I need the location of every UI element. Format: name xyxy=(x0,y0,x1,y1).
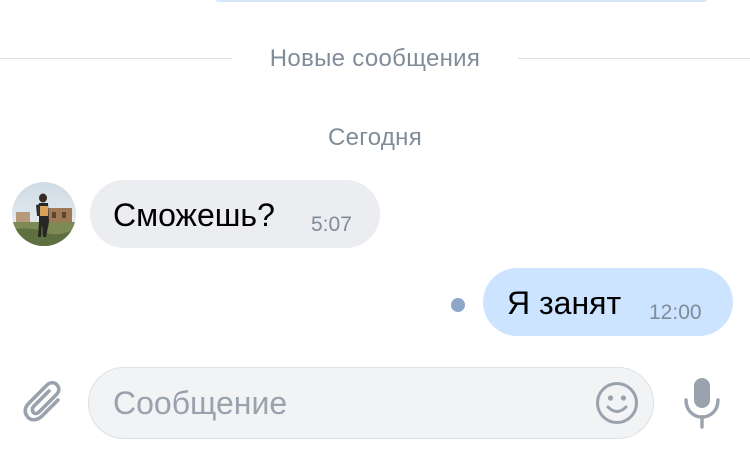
divider-line-right xyxy=(518,58,750,59)
date-separator: Сегодня xyxy=(327,124,423,151)
avatar-photo xyxy=(12,182,76,246)
previous-message-bubble-edge xyxy=(212,0,710,2)
incoming-message-bubble[interactable]: Сможешь? 5:07 xyxy=(90,180,380,248)
new-messages-label: Новые сообщения xyxy=(269,45,481,72)
smiley-icon[interactable] xyxy=(595,381,639,425)
message-input-placeholder: Сообщение xyxy=(113,385,288,421)
outgoing-message-bubble[interactable]: Я занят 12:00 xyxy=(483,268,733,336)
message-input[interactable]: Сообщение xyxy=(88,367,654,439)
microphone-icon[interactable] xyxy=(682,376,722,430)
new-messages-divider: Новые сообщения xyxy=(0,44,750,74)
divider-line-left xyxy=(0,58,232,59)
message-time: 12:00 xyxy=(649,301,702,324)
message-time: 5:07 xyxy=(311,213,352,236)
avatar[interactable] xyxy=(12,182,76,246)
paperclip-icon[interactable] xyxy=(22,378,68,428)
unread-status-dot xyxy=(451,298,465,312)
message-composer: Сообщение xyxy=(0,360,750,450)
chat-screen: Новые сообщения Сегодня Сможешь? 5:07 Я … xyxy=(0,0,750,450)
message-text: Сможешь? xyxy=(113,197,275,233)
message-text: Я занят xyxy=(507,285,622,321)
